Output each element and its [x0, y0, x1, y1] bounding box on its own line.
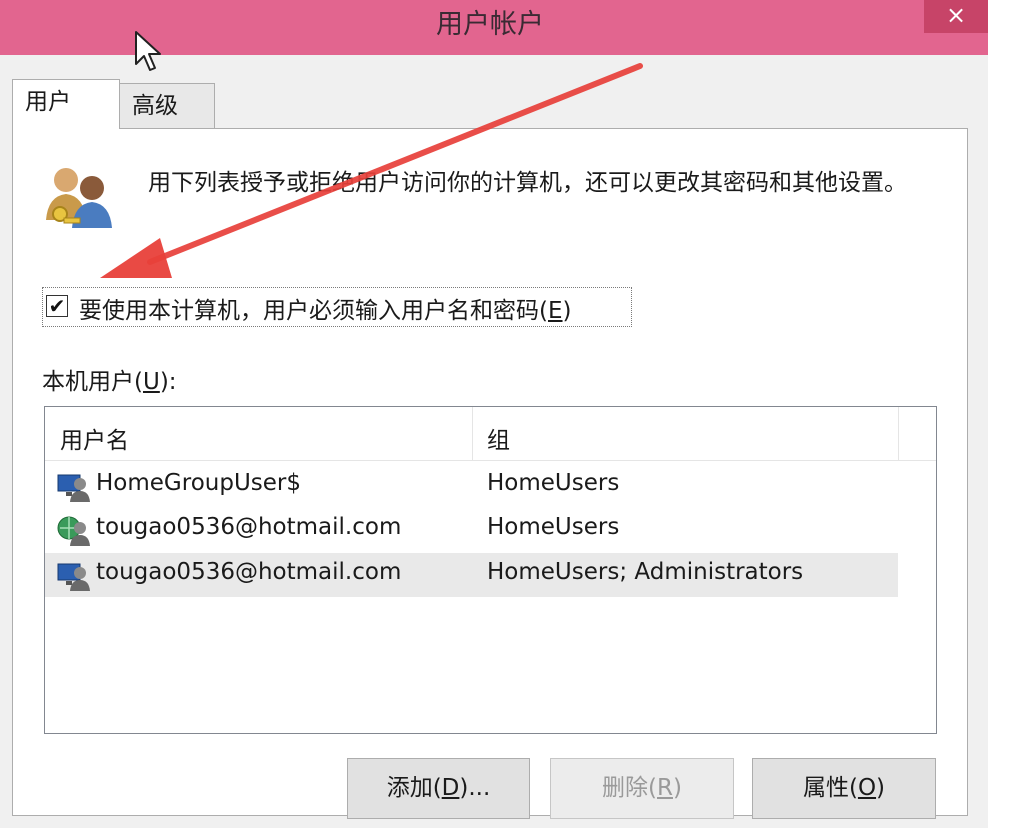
list-header: 用户名 组: [45, 407, 936, 461]
user-name: HomeGroupUser$: [96, 470, 302, 496]
require-password-checkbox[interactable]: ✔: [46, 295, 68, 317]
user-accounts-dialog: 用户帐户 × 用户 高级 用下列表授予或拒绝用户访问你的计算机，还可以更改其密码…: [0, 0, 988, 828]
user-name: tougao0536@hotmail.com: [96, 514, 402, 540]
users-list[interactable]: 用户名 组 HomeGroupUser$ HomeUsers tougao053: [44, 406, 937, 734]
tab-advanced[interactable]: 高级: [119, 83, 215, 129]
background-strip: [988, 0, 1035, 828]
delete-button[interactable]: 删除(R): [550, 758, 734, 819]
column-divider[interactable]: [472, 407, 473, 461]
column-header-username[interactable]: 用户名: [60, 421, 129, 455]
user-monitor-icon: [57, 474, 90, 502]
close-button[interactable]: ×: [924, 0, 988, 33]
table-row[interactable]: tougao0536@hotmail.com HomeUsers: [45, 508, 898, 552]
table-row-selected[interactable]: tougao0536@hotmail.com HomeUsers; Admini…: [45, 553, 898, 597]
properties-button[interactable]: 属性(O): [752, 758, 936, 819]
table-row[interactable]: HomeGroupUser$ HomeUsers: [45, 464, 898, 508]
user-group: HomeUsers; Administrators: [487, 559, 804, 585]
users-keys-icon: [46, 168, 112, 228]
column-divider[interactable]: [898, 407, 899, 461]
column-header-group[interactable]: 组: [487, 421, 510, 455]
mouse-cursor-icon: [135, 31, 161, 71]
user-name: tougao0536@hotmail.com: [96, 559, 402, 585]
user-group: HomeUsers: [487, 514, 620, 540]
require-password-option[interactable]: ✔ 要使用本计算机，用户必须输入用户名和密码(E): [42, 287, 632, 327]
description-text: 用下列表授予或拒绝用户访问你的计算机，还可以更改其密码和其他设置。: [148, 170, 907, 196]
require-password-label: 要使用本计算机，用户必须输入用户名和密码(E): [79, 298, 572, 324]
user-globe-icon: [57, 516, 90, 546]
user-group: HomeUsers: [487, 470, 620, 496]
tab-users[interactable]: 用户: [12, 79, 120, 129]
user-monitor-icon: [57, 563, 90, 591]
local-users-label: 本机用户(U):: [42, 369, 177, 395]
add-button[interactable]: 添加(D)...: [347, 758, 530, 819]
